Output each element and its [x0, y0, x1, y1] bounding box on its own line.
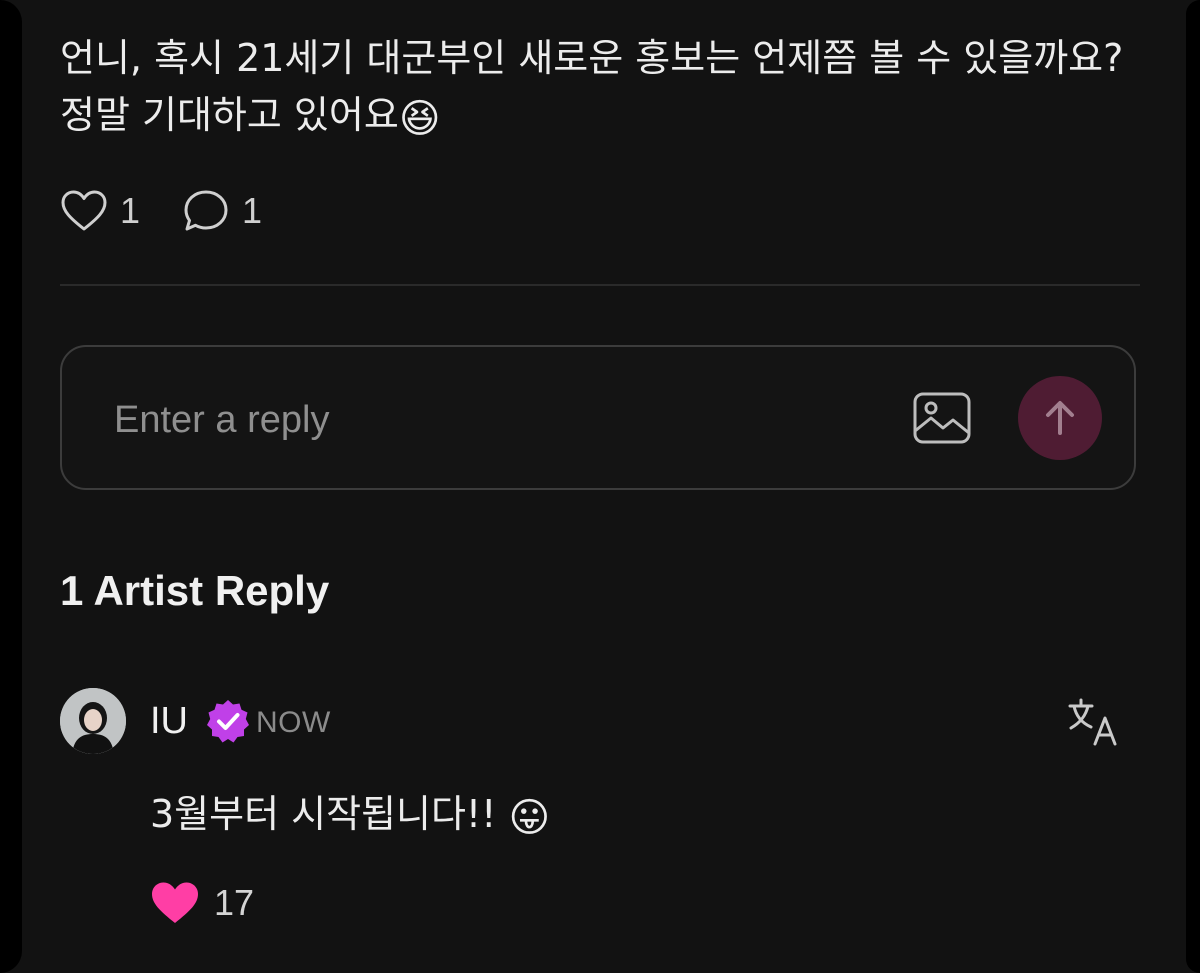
attach-image-button[interactable] [912, 391, 972, 445]
artist-reply-like-button[interactable]: 17 [150, 880, 254, 926]
artist-replies-heading: 1 Artist Reply [60, 567, 330, 614]
post-detail-page: 언니, 혹시 21세기 대군부인 새로운 홍보는 언제쯤 볼 수 있을까요? 정… [0, 0, 1200, 973]
post-comment-button[interactable]: 1 [182, 188, 262, 234]
artist-name[interactable]: IU [150, 700, 188, 743]
translate-button[interactable] [1066, 696, 1122, 748]
post-comment-count: 1 [242, 190, 263, 231]
post-emoji: 😆 [398, 96, 441, 142]
artist-reply-emoji: 😛 [508, 795, 551, 841]
post-body: 언니, 혹시 21세기 대군부인 새로운 홍보는 언제쯤 볼 수 있을까요? 정… [60, 30, 1140, 144]
comment-bubble-icon [184, 190, 228, 231]
post-actions: 1 1 [60, 188, 262, 234]
translate-icon [1068, 698, 1117, 746]
artist-reply-like-count: 17 [214, 882, 255, 923]
reply-input[interactable] [112, 391, 876, 449]
send-reply-button[interactable] [1018, 376, 1102, 460]
screen-edge-right [1186, 0, 1200, 973]
reply-timestamp: NOW [256, 706, 331, 739]
post-text: 언니, 혹시 21세기 대군부인 새로운 홍보는 언제쯤 볼 수 있을까요? 정… [60, 36, 1124, 137]
post-like-count: 1 [120, 190, 141, 231]
image-icon [913, 392, 971, 444]
artist-reply-body: 3월부터 시작됩니다!! 😛 [150, 786, 550, 842]
verified-badge-icon [207, 700, 249, 743]
arrow-up-icon [1046, 401, 1074, 435]
section-divider [60, 284, 1140, 286]
avatar[interactable] [60, 688, 126, 754]
screen-edge-left [0, 0, 22, 973]
heart-outline-icon [61, 190, 107, 231]
artist-avatar-image [60, 688, 126, 754]
heart-filled-icon [152, 882, 198, 923]
reply-composer [60, 345, 1136, 490]
post-like-button[interactable]: 1 [60, 189, 140, 233]
artist-reply-text: 3월부터 시작됩니다!! [150, 792, 497, 836]
